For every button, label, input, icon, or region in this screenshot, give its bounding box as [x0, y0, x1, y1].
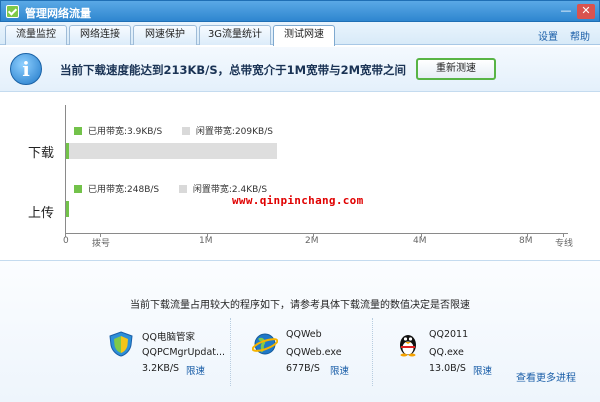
- legend-idle-swatch: [178, 185, 187, 193]
- tab-speed-test[interactable]: 测试网速: [273, 25, 335, 46]
- legend-download-used: 已用带宽:3.9KB/S: [88, 127, 163, 137]
- tab-speed-protection[interactable]: 网速保护: [133, 25, 197, 45]
- process-rate: 3.2KB/S: [142, 363, 180, 374]
- x-tick-label: 专线: [555, 239, 574, 249]
- legend-download-idle: 闲置带宽:209KB/S: [195, 127, 273, 137]
- title-bar: 管理网络流量 — ✕: [0, 0, 600, 22]
- x-tick-label: 8M: [519, 236, 533, 246]
- tab-network-connections[interactable]: 网络连接: [69, 25, 131, 45]
- process-name: QQ2011: [429, 329, 469, 340]
- process-item-qqweb: QQWeb QQWeb.exe 677B/S 限速: [252, 326, 382, 386]
- process-rate: 677B/S: [286, 363, 320, 374]
- process-exe: QQPCMgrUpdat...: [142, 347, 226, 358]
- speed-result-banner: i 当前下载速度能达到213KB/S，总带宽介于1M宽带与2M宽带之间 重新测速: [0, 47, 600, 92]
- legend-idle-swatch: [181, 127, 190, 135]
- divider: [372, 318, 373, 386]
- category-label-download: 下载: [28, 146, 55, 161]
- process-rate: 13.0B/S: [429, 363, 466, 374]
- legend-upload-used: 已用带宽:248B/S: [88, 185, 160, 195]
- tab-bar: 流量监控 网络连接 网速保护 3G流量统计 测试网速: [0, 22, 600, 46]
- download-idle-bar: [65, 143, 278, 159]
- settings-link[interactable]: 设置: [538, 28, 558, 43]
- y-axis-line: [65, 105, 66, 233]
- qq-pc-manager-shield-icon: [109, 331, 133, 357]
- help-link[interactable]: 帮助: [570, 28, 590, 43]
- legend-used-swatch: [74, 127, 82, 135]
- limit-speed-link[interactable]: 限速: [330, 363, 349, 377]
- info-icon: i: [10, 53, 42, 85]
- qqweb-globe-icon: [252, 333, 278, 355]
- process-item-qq-pc-manager: QQ电脑管家 QQPCMgrUpdat... 3.2KB/S 限速: [108, 326, 238, 386]
- limit-speed-link[interactable]: 限速: [186, 363, 205, 377]
- window-title: 管理网络流量: [25, 7, 91, 20]
- x-tick-label: 1M: [199, 236, 213, 246]
- x-axis-line: [65, 233, 568, 234]
- retest-button[interactable]: 重新测速: [416, 58, 496, 80]
- limit-speed-link[interactable]: 限速: [473, 363, 492, 377]
- x-tick-label: 4M: [413, 236, 427, 246]
- process-name: QQ电脑管家: [142, 332, 195, 343]
- tab-3g-traffic-stats[interactable]: 3G流量统计: [199, 25, 271, 45]
- legend-download: 已用带宽:3.9KB/S 闲置带宽:209KB/S: [74, 124, 273, 137]
- x-tick-label: 0: [63, 236, 69, 246]
- process-name: QQWeb: [286, 329, 322, 340]
- speed-result-message: 当前下载速度能达到213KB/S，总带宽介于1M宽带与2M宽带之间: [60, 63, 407, 77]
- processes-message: 当前下载流量占用较大的程序如下，请参考具体下载流量的数值决定是否限速: [130, 300, 470, 311]
- x-tick-label: 2M: [305, 236, 319, 246]
- view-more-processes-link[interactable]: 查看更多进程: [516, 369, 576, 384]
- minimize-button[interactable]: —: [557, 4, 575, 19]
- legend-used-swatch: [74, 185, 82, 193]
- category-label-upload: 上传: [28, 206, 55, 221]
- top-processes-panel: 当前下载流量占用较大的程序如下，请参考具体下载流量的数值决定是否限速 QQ电脑管…: [0, 260, 600, 402]
- close-button[interactable]: ✕: [577, 4, 595, 19]
- process-exe: QQWeb.exe: [286, 347, 342, 358]
- app-shield-icon: [6, 5, 19, 18]
- tab-traffic-monitor[interactable]: 流量监控: [5, 25, 67, 45]
- watermark-text: www.qinpinchang.com: [232, 194, 364, 207]
- x-tick-label: 拨号: [92, 239, 111, 249]
- bandwidth-chart: 下载 已用带宽:3.9KB/S 闲置带宽:209KB/S 上传 已用带宽:248…: [0, 93, 600, 260]
- process-item-qq2011: QQ2011 QQ.exe 13.0B/S 限速: [395, 326, 525, 386]
- divider: [230, 318, 231, 386]
- qq-penguin-icon: [400, 335, 416, 357]
- process-exe: QQ.exe: [429, 347, 464, 358]
